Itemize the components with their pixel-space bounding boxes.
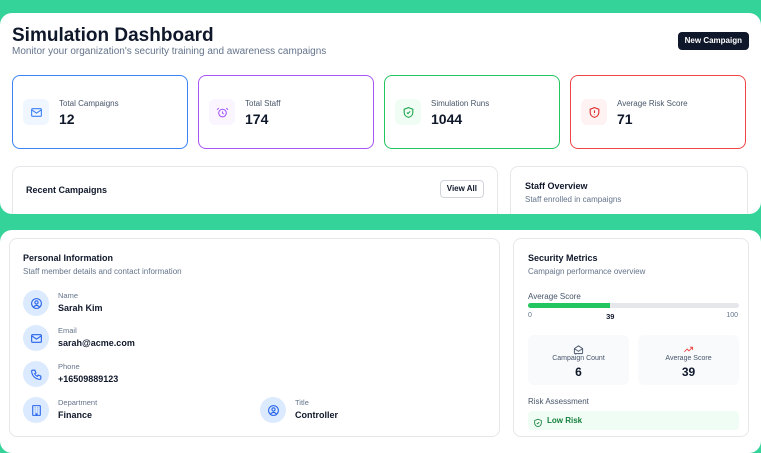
mail-icon <box>23 325 49 351</box>
risk-level: Low Risk <box>547 416 583 425</box>
stat-card-simulation-runs: Simulation Runs 1044 <box>384 75 560 149</box>
score-scale-min: 0 <box>528 312 532 319</box>
stat-value: 174 <box>245 111 269 127</box>
department-value: Finance <box>58 410 93 420</box>
id-badge-icon <box>260 397 286 423</box>
personal-info-subtitle: Staff member details and contact informa… <box>23 267 182 276</box>
shield-check-icon <box>395 99 421 125</box>
risk-badge: Low Risk <box>528 411 739 430</box>
average-score-tile: Average Score 39 <box>638 335 739 385</box>
stat-label: Total Staff <box>245 99 281 108</box>
average-score-bar <box>528 303 739 308</box>
score-marker-value: 39 <box>606 312 615 321</box>
shield-check-icon <box>533 415 543 433</box>
average-score-bar-fill <box>528 303 611 308</box>
personal-info-title: Personal Information <box>23 253 114 263</box>
user-icon <box>23 290 49 316</box>
average-score-label: Average Score <box>528 292 581 301</box>
phone-value[interactable]: +16509889123 <box>58 374 118 384</box>
campaign-count-label: Campaign Count <box>552 355 605 362</box>
email-value[interactable]: sarah@acme.com <box>58 338 135 348</box>
recent-campaigns-title: Recent Campaigns <box>26 185 108 195</box>
campaign-count-value: 6 <box>575 365 582 379</box>
mail-icon <box>23 99 49 125</box>
view-all-button[interactable]: View All <box>439 180 484 198</box>
security-metrics-subtitle: Campaign performance overview <box>528 267 646 276</box>
department-label: Department <box>58 398 98 407</box>
stat-card-total-campaigns: Total Campaigns 12 <box>12 75 188 149</box>
shield-alert-icon <box>581 99 607 125</box>
trending-up-icon <box>638 342 739 353</box>
staff-overview-card: Staff Overview Staff enrolled in campaig… <box>510 166 748 214</box>
page-subtitle: Monitor your organization's security tra… <box>12 46 327 57</box>
stat-card-average-risk-score: Average Risk Score 71 <box>570 75 746 149</box>
email-label: Email <box>58 326 77 335</box>
mail-open-icon <box>528 342 629 355</box>
recent-campaigns-card: Recent Campaigns View All <box>12 166 498 214</box>
new-campaign-button[interactable]: New Campaign <box>677 32 749 50</box>
stat-label: Simulation Runs <box>431 99 490 108</box>
name-label: Name <box>58 291 79 300</box>
stat-card-total-staff: Total Staff 174 <box>198 75 374 149</box>
stat-value: 1044 <box>431 111 463 127</box>
name-value: Sarah Kim <box>58 303 103 313</box>
dashboard-panel: Simulation Dashboard Monitor your organi… <box>0 13 761 214</box>
staff-overview-subtitle: Staff enrolled in campaigns <box>525 195 622 204</box>
staff-detail-panel: Personal Information Staff member detail… <box>0 230 761 453</box>
staff-overview-title: Staff Overview <box>525 181 588 191</box>
campaign-count-tile: Campaign Count 6 <box>528 335 629 385</box>
stat-value: 71 <box>617 111 633 127</box>
building-icon <box>23 397 49 423</box>
average-score-tile-value: 39 <box>681 365 696 379</box>
phone-icon <box>23 361 49 387</box>
phone-label: Phone <box>58 362 80 371</box>
score-scale-max: 100 <box>726 312 738 319</box>
risk-assessment-label: Risk Assessment <box>528 397 589 406</box>
title-value: Controller <box>295 410 339 420</box>
alarm-icon <box>209 99 235 125</box>
security-metrics-title: Security Metrics <box>528 253 598 263</box>
page-title: Simulation Dashboard <box>12 25 214 46</box>
stat-value: 12 <box>59 111 75 127</box>
stat-label: Average Risk Score <box>617 99 688 108</box>
personal-information-card: Personal Information Staff member detail… <box>9 238 500 437</box>
security-metrics-card: Security Metrics Campaign performance ov… <box>513 238 749 437</box>
average-score-tile-label: Average Score <box>665 355 712 362</box>
title-label: Title <box>295 398 309 407</box>
stat-label: Total Campaigns <box>59 99 119 108</box>
